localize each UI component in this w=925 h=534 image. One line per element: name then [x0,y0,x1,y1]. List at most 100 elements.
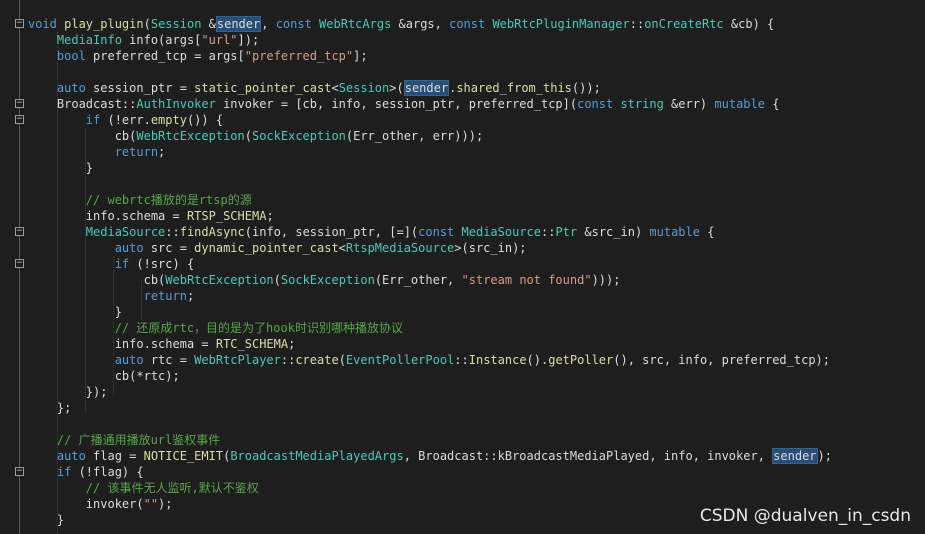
code-token: auto [28,241,144,255]
code-token: RTSP_SCHEMA [186,209,267,223]
code-token: < [338,241,346,255]
code-token: Broadcast [28,97,122,111]
code-text: bool preferred_tcp = args["preferred_tcp… [28,48,368,64]
fold-toggle-icon[interactable]: − [15,99,24,108]
code-text: if (!flag) { [28,464,144,480]
code-token: ( [244,129,252,143]
code-token: RTC_SCHEMA [215,337,289,351]
code-line[interactable] [0,416,925,432]
code-line[interactable]: info.schema = RTC_SCHEMA; [0,336,925,352]
code-token: ( [273,273,281,287]
code-token: (). [526,353,549,367]
fold-toggle-icon[interactable]: − [15,227,24,236]
code-line[interactable]: // webrtc播放的是rtsp的源 [0,192,925,208]
code-text: void play_plugin(Session &sender, const … [28,16,774,32]
fold-toggle-icon[interactable]: − [15,19,24,28]
code-token: ()); [571,81,601,95]
code-token: ( [143,17,151,31]
code-line[interactable]: MediaInfo info(args["url"]); [0,32,925,48]
code-token: cb( [28,129,137,143]
code-token: WebRtcPluginManager [492,17,630,31]
code-token: & [201,17,216,31]
code-token: preferred_tcp = args[ [85,49,245,63]
code-token: SockException [280,273,375,287]
code-line[interactable] [0,176,925,192]
code-text: cb(*rtc); [28,368,180,384]
code-token: }; [28,401,72,415]
code-line[interactable] [0,64,925,80]
code-token: create [295,353,339,367]
code-token: return [28,145,159,159]
code-token: :: [629,17,645,31]
highlighted-token: sender [215,16,262,32]
code-token: info.schema = [28,337,216,351]
code-token: (!flag) { [71,465,144,479]
code-token: ); [158,497,173,511]
highlighted-token: sender [403,80,450,96]
code-line[interactable]: } [0,304,925,320]
code-token: >( [389,81,404,95]
code-token: WebRtcException [136,129,245,143]
code-line[interactable]: cb(*rtc); [0,368,925,384]
code-line[interactable]: cb(WebRtcException(SockException(Err_oth… [0,128,925,144]
code-text: auto rtc = WebRtcPlayer::create(EventPol… [28,352,830,368]
code-token: { [699,225,715,239]
fold-toggle-icon[interactable]: − [15,115,24,124]
code-line[interactable]: − if (!src) { [0,256,925,272]
code-token: mutable [649,225,700,239]
code-token: WebRtcArgs [319,17,392,31]
code-line[interactable]: }); [0,384,925,400]
code-token: // 该事件无人监听,默认不鉴权 [28,481,259,495]
code-line[interactable]: info.schema = RTSP_SCHEMA; [0,208,925,224]
code-line[interactable] [0,0,925,16]
code-line[interactable]: return; [0,288,925,304]
code-token: static_pointer_cast [194,81,332,95]
code-token: ; [288,337,296,351]
code-line[interactable]: auto session_ptr = static_pointer_cast<S… [0,80,925,96]
code-line[interactable]: − MediaSource::findAsync(info, session_p… [0,224,925,240]
code-token: :: [121,97,137,111]
code-line[interactable]: bool preferred_tcp = args["preferred_tcp… [0,48,925,64]
code-text: MediaInfo info(args["url"]); [28,32,259,48]
code-line[interactable]: − if (!err.empty()) { [0,112,925,128]
code-token: ); [817,449,832,463]
code-line[interactable]: } [0,160,925,176]
fold-toggle-icon[interactable]: − [15,467,24,476]
code-line[interactable]: return; [0,144,925,160]
code-line[interactable]: − Broadcast::AuthInvoker invoker = [cb, … [0,96,925,112]
code-token: :: [280,353,296,367]
code-token: } [28,161,94,175]
code-token: Session [150,17,202,31]
code-line[interactable]: // 还原成rtc，目的是为了hook时识别哪种播放协议 [0,320,925,336]
code-editor[interactable]: − void play_plugin(Session &sender, const… [0,0,925,534]
code-line[interactable]: cb(WebRtcException(SockException(Err_oth… [0,272,925,288]
code-token: WebRtcException [165,273,274,287]
code-line[interactable]: auto rtc = WebRtcPlayer::create(EventPol… [0,352,925,368]
code-line[interactable]: − if (!flag) { [0,464,925,480]
code-token: if [28,257,130,271]
code-token: // 还原成rtc，目的是为了hook时识别哪种播放协议 [28,321,403,335]
code-line[interactable]: }; [0,400,925,416]
code-line[interactable]: − void play_plugin(Session &sender, const… [0,16,925,32]
code-token: const [577,97,621,111]
code-token: Instance [468,353,527,367]
code-line[interactable]: // 广播通用播放url鉴权事件 [0,432,925,448]
code-token: auto [28,353,144,367]
code-token: info.schema = [28,209,187,223]
code-token: } [28,513,65,527]
code-text: cb(WebRtcException(SockException(Err_oth… [28,128,484,144]
code-token: invoker = [cb, info, session_ptr, prefer… [215,97,578,111]
code-token: :: [454,353,469,367]
code-text: invoker(""); [28,496,173,512]
code-token: // webrtc播放的是rtsp的源 [28,193,252,207]
code-text: return; [28,144,166,160]
code-token: ]); [237,33,260,47]
code-line[interactable]: auto flag = NOTICE_EMIT(BroadcastMediaPl… [0,448,925,464]
code-token: BroadcastMediaPlayedArgs [230,449,404,463]
code-line[interactable]: auto src = dynamic_pointer_cast<RtspMedi… [0,240,925,256]
code-token: , [261,17,276,31]
fold-toggle-icon[interactable]: − [15,259,24,268]
code-token: MediaSource [461,225,541,239]
code-token: ; [186,289,195,303]
code-line[interactable]: // 该事件无人监听,默认不鉴权 [0,480,925,496]
